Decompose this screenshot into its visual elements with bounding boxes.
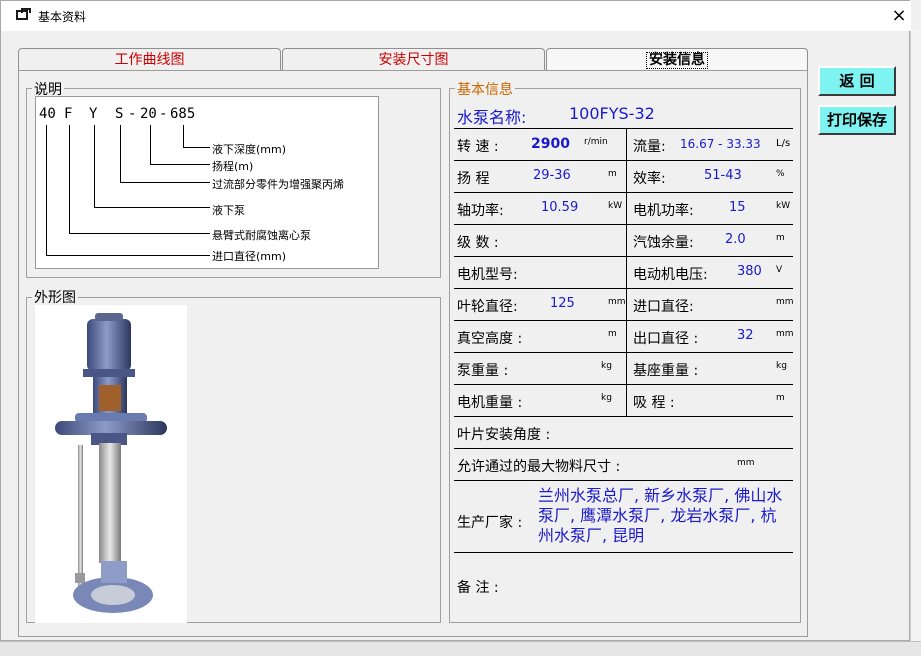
shaft-power-unit: kW [608,201,623,211]
outlet-diameter-value: 32 [737,328,754,343]
code-part-f: F [64,106,73,122]
flow-value: 16.67 - 33.33 [680,137,761,151]
pump-name-label: 水泵名称: [457,108,527,127]
dialog-window: 基本资料 × 工作曲线图 安装尺寸图 安装信息 返 回 打印保存 说明 40 F… [0,0,911,641]
npsh-label: 汽蚀余量: [633,235,694,251]
pump-name-value: 100FYS-32 [569,104,655,123]
table-rule [454,128,793,129]
note-depth: 液下深度(mm) [212,143,287,156]
motor-weight-unit: kg [601,393,612,403]
shaft-power-label: 轴功率: [457,203,504,219]
pump-image [35,305,187,623]
suction-label: 吸 程 : [633,395,675,411]
note-cantilever: 悬臂式耐腐蚀离心泵 [212,229,311,242]
code-part-s: S [115,106,124,122]
motor-voltage-label: 电动机电压: [633,267,708,283]
inlet-diameter-unit: mm [776,297,794,307]
remarks-label: 备 注 : [457,580,499,596]
note-material: 过流部分零件为增强聚丙烯 [212,178,344,191]
table-rule [454,416,793,417]
pump-illustration [55,313,167,613]
background-app-bottom-edge [0,641,921,656]
efficiency-unit: % [776,169,785,179]
flow-unit: L/s [776,138,791,149]
table-rule [454,384,793,385]
motor-voltage-unit: V [776,265,783,275]
manufacturer-value: 兰州水泵总厂, 新乡水泵厂, 佛山水泵厂, 鹰潭水泵厂, 龙岩水泵厂, 杭州水泵… [538,486,783,545]
inlet-diameter-label: 进口直径: [633,299,694,315]
note-head: 扬程(m) [212,160,254,173]
impeller-diameter-unit: mm [608,297,626,307]
speed-label: 转 速 : [457,139,499,155]
outlet-diameter-unit: mm [776,329,794,339]
basic-info-legend: 基本信息 [455,79,515,99]
code-part-40: 40 [39,106,56,122]
table-rule [454,552,793,553]
motor-weight-label: 电机重量 : [457,395,523,411]
head-label: 扬 程 [457,171,490,187]
max-particle-unit: mm [737,458,755,468]
max-particle-label: 允许通过的最大物料尺寸 : [457,459,621,475]
code-dash-2: - [159,106,168,122]
title-bar: 基本资料 × [1,1,911,31]
manufacturer-label: 生产厂家 : [457,515,523,531]
head-value: 29-36 [533,168,571,183]
code-part-685: 685 [170,106,196,122]
code-dash-1: - [128,106,137,122]
appearance-legend: 外形图 [32,287,78,307]
model-code-explanation: 40 F Y S - 20 - 685 液下深度(mm) 扬程(m) 过流部分零… [35,96,379,269]
table-rule [454,320,793,321]
motor-model-label: 电机型号: [457,267,518,283]
tab-install-info[interactable]: 安装信息 [546,48,808,72]
window-title: 基本资料 [38,10,87,24]
shaft-power-value: 10.59 [541,200,579,215]
table-column-divider [626,128,627,416]
speed-value: 2900 [531,136,570,152]
pump-weight-label: 泵重量 : [457,363,509,379]
blade-angle-label: 叶片安装角度 : [457,427,551,443]
impeller-diameter-label: 叶轮直径: [457,299,518,315]
motor-voltage-value: 380 [737,264,762,279]
table-rule [454,352,793,353]
tab-install-dimensions[interactable]: 安装尺寸图 [282,48,545,71]
efficiency-label: 效率: [633,171,666,187]
table-rule [454,448,793,449]
table-rule [454,480,793,481]
code-part-y: Y [89,106,98,122]
table-rule [454,224,793,225]
print-save-button[interactable]: 打印保存 [818,105,896,135]
outlet-diameter-label: 出口直径 : [633,331,699,347]
npsh-value: 2.0 [725,232,746,247]
table-rule [454,192,793,193]
vacuum-height-label: 真空高度 : [457,331,523,347]
table-rule [454,160,793,161]
head-unit: m [608,169,617,179]
motor-power-value: 15 [729,200,746,215]
base-weight-unit: kg [776,361,787,371]
note-inlet: 进口直径(mm) [212,250,287,263]
npsh-unit: m [776,233,785,243]
flow-label: 流量: [633,139,666,155]
motor-power-label: 电机功率: [633,203,694,219]
close-button[interactable]: × [887,4,911,28]
tab-work-curve[interactable]: 工作曲线图 [18,48,281,71]
impeller-diameter-value: 125 [550,296,575,311]
base-weight-label: 基座重量 : [633,363,699,379]
speed-unit: r/min [584,137,608,147]
table-rule [454,288,793,289]
vacuum-height-unit: m [608,329,617,339]
motor-power-unit: kW [776,201,791,211]
note-submerged: 液下泵 [212,204,245,217]
pump-weight-unit: kg [601,361,612,371]
stages-label: 级 数 : [457,235,499,251]
code-part-20: 20 [140,106,157,122]
app-window-icon [16,8,31,20]
leader-line-inlet [46,125,210,256]
back-button[interactable]: 返 回 [818,66,896,96]
suction-unit: m [776,393,785,403]
table-rule [454,256,793,257]
efficiency-value: 51-43 [704,168,742,183]
background-app-right-edge [910,30,921,655]
